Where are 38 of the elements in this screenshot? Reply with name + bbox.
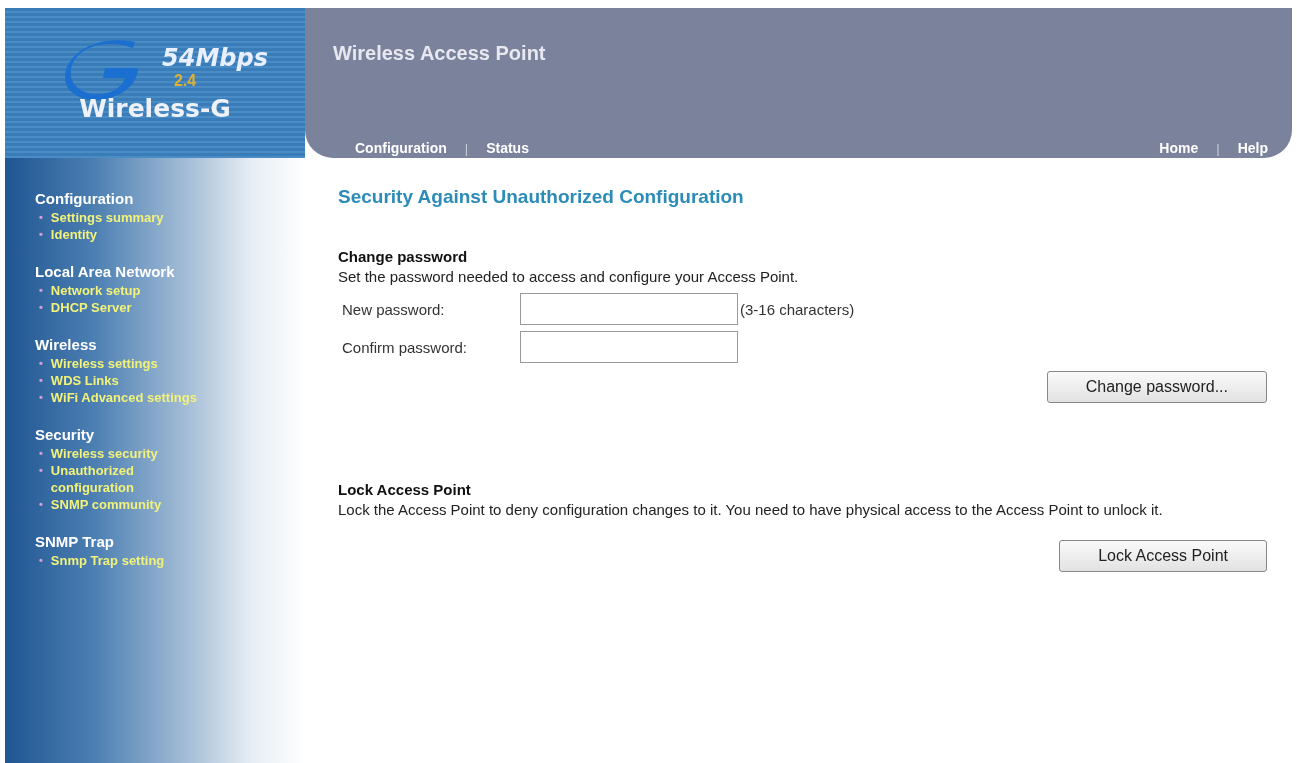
section-description: Lock the Access Point to deny configuration changes to it. You need to have physical access to the Access Point to unlock it. (338, 500, 1164, 520)
sidebar-link[interactable]: • Settings summary (35, 209, 199, 226)
lock-access-point-button[interactable]: Lock Access Point (1059, 540, 1267, 572)
sidebar-heading: Wireless (35, 336, 98, 353)
sidebar-heading: SNMP Trap (35, 533, 115, 550)
sidebar-link[interactable]: • Wireless security (35, 445, 199, 462)
password-field[interactable] (520, 331, 738, 363)
sidebar-link[interactable]: • Snmp Trap setting (35, 552, 199, 569)
logo-version-text: 2.4 (173, 71, 197, 90)
nav-link[interactable]: Status (486, 140, 529, 156)
section-heading: Change password (338, 248, 469, 265)
password-field[interactable] (520, 293, 738, 325)
sidebar-heading: Local Area Network (35, 263, 176, 280)
sidebar-link[interactable]: • Wireless settings (35, 355, 199, 372)
field-hint: (3-16 characters) (740, 300, 856, 318)
sidebar-heading: Security (35, 426, 96, 443)
sidebar-link[interactable]: • Network setup (35, 282, 199, 299)
section-heading: Lock Access Point (338, 481, 472, 498)
page-title: Security Against Unauthorized Configuration (338, 186, 745, 208)
logo-speed: 54Mbps (162, 43, 268, 72)
sidebar-link[interactable]: • DHCP Server (35, 299, 199, 316)
nav-link[interactable]: Help (1237, 140, 1268, 156)
sidebar-link[interactable]: • Unauthorized configuration (35, 462, 199, 496)
nav-link[interactable]: Home (1159, 140, 1199, 156)
sidebar-link[interactable]: • Identity (35, 226, 199, 243)
separator: | (464, 140, 469, 156)
change-password-button[interactable]: Change password... (1046, 371, 1267, 403)
sidebar-link[interactable]: • WiFi Advanced settings (35, 389, 199, 406)
sidebar-link[interactable]: • SNMP community (35, 496, 199, 513)
field-label: Confirm password: (342, 338, 469, 356)
section-description: Set the password needed to access and configure your Access Point. (338, 267, 800, 287)
nav-link[interactable]: Configuration (355, 140, 447, 156)
sidebar-heading: Configuration (35, 190, 135, 207)
separator: | (1216, 140, 1220, 156)
logo-name: Wireless-G (79, 93, 231, 123)
header-title: Wireless Access Point (333, 42, 547, 65)
sidebar-link[interactable]: • WDS Links (35, 372, 199, 389)
field-label: New password: (342, 300, 446, 318)
